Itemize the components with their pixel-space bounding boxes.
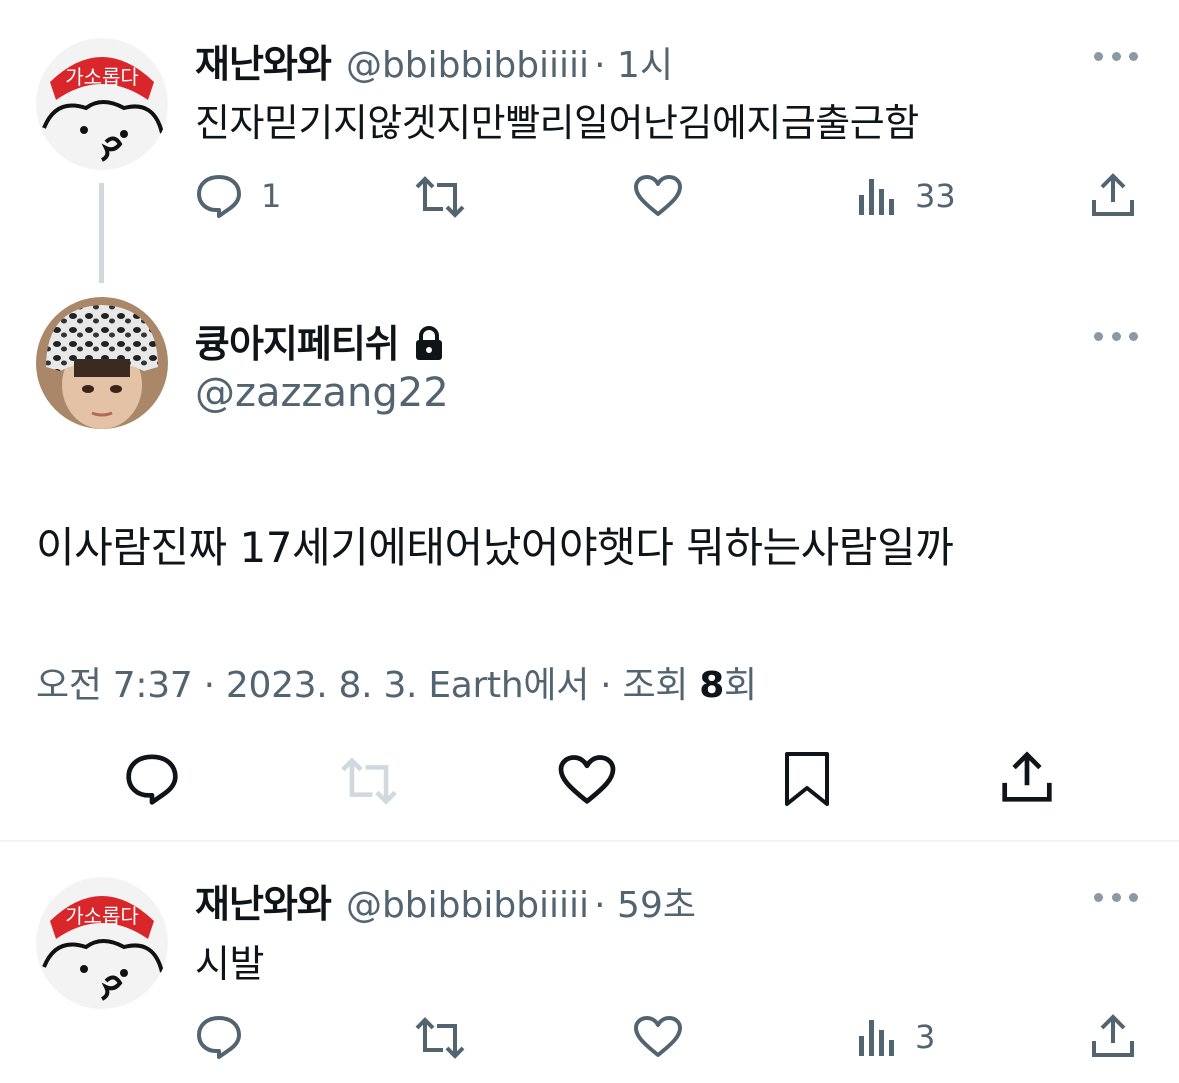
display-name[interactable]: 재난와와 xyxy=(195,882,332,926)
views-button[interactable]: 33 xyxy=(857,175,956,217)
share-button[interactable] xyxy=(1000,750,1054,804)
tweet-header: 재난와와 @bbibbibbiiiii · 1시 xyxy=(195,33,673,88)
retweet-button[interactable] xyxy=(413,1016,467,1060)
bookmark-button[interactable] xyxy=(783,750,831,808)
bookmark-icon xyxy=(785,752,829,806)
svg-text:가소롭다: 가소롭다 xyxy=(65,65,139,89)
avatar[interactable] xyxy=(36,297,168,429)
view-count: 33 xyxy=(915,177,956,215)
retweet-icon xyxy=(415,1017,465,1059)
share-icon xyxy=(1092,173,1134,216)
share-button[interactable] xyxy=(1090,1013,1136,1059)
handle[interactable]: @bbibbibbiiiii xyxy=(346,885,589,926)
lock-icon xyxy=(415,326,442,360)
like-icon xyxy=(558,755,616,804)
view-count-suffix: 회 xyxy=(723,665,757,706)
handle[interactable]: @zazzang22 xyxy=(195,370,449,416)
thread-line xyxy=(99,183,104,283)
tweet-header: 큥아지페티쉬 xyxy=(195,313,444,368)
tweet-text: 진자믿기지않겟지만빨리일어난김에지금출근함 xyxy=(195,101,919,145)
reply-icon xyxy=(197,1016,241,1059)
tweet-meta: 오전 7:37 · 2023. 8. 3. Earth에서 · 조회 8회 xyxy=(36,656,757,708)
reply-button[interactable] xyxy=(124,752,180,806)
retweet-icon xyxy=(415,176,465,218)
share-button[interactable] xyxy=(1090,172,1136,218)
timestamp[interactable]: · 1시 xyxy=(594,45,673,86)
views-icon xyxy=(859,1020,894,1056)
retweet-button xyxy=(337,756,401,806)
svg-text:가소롭다: 가소롭다 xyxy=(65,904,139,928)
divider xyxy=(0,840,1179,842)
like-button[interactable] xyxy=(633,174,683,218)
tweet-text: 시발 xyxy=(195,942,264,986)
reply-button[interactable]: 1 xyxy=(195,173,281,219)
handle[interactable]: @bbibbibbiiiii xyxy=(346,45,589,86)
like-icon xyxy=(634,1016,682,1057)
tweet-header: 재난와와 @bbibbibbiiiii · 59초 xyxy=(195,873,696,928)
reply-icon xyxy=(197,175,241,218)
avatar[interactable]: 가소롭다 xyxy=(36,38,168,170)
timestamp[interactable]: · 59초 xyxy=(594,885,696,926)
like-button[interactable] xyxy=(557,754,617,806)
share-icon xyxy=(1002,751,1052,802)
retweet-button[interactable] xyxy=(413,175,467,219)
reply-count: 1 xyxy=(261,177,282,215)
reply-icon xyxy=(126,754,178,805)
more-icon[interactable] xyxy=(1094,48,1138,64)
more-icon[interactable] xyxy=(1094,889,1138,905)
view-count: 8 xyxy=(699,665,724,706)
reply-button[interactable] xyxy=(195,1014,243,1060)
retweet-icon xyxy=(341,757,397,805)
view-count: 3 xyxy=(915,1018,936,1056)
timestamp-source[interactable]: 오전 7:37 · 2023. 8. 3. Earth에서 · 조회 xyxy=(36,665,699,706)
avatar[interactable]: 가소롭다 xyxy=(36,877,168,1009)
share-icon xyxy=(1092,1014,1134,1057)
tweet-text: 이사람진짜 17세기에태어났어야햇다 뭐하는사람일까 xyxy=(36,523,954,572)
display-name[interactable]: 큥아지페티쉬 xyxy=(195,322,400,366)
views-button[interactable]: 3 xyxy=(857,1016,935,1058)
views-icon xyxy=(859,179,894,215)
like-icon xyxy=(634,175,682,216)
more-icon[interactable] xyxy=(1094,328,1138,344)
like-button[interactable] xyxy=(633,1015,683,1059)
display-name[interactable]: 재난와와 xyxy=(195,42,332,86)
